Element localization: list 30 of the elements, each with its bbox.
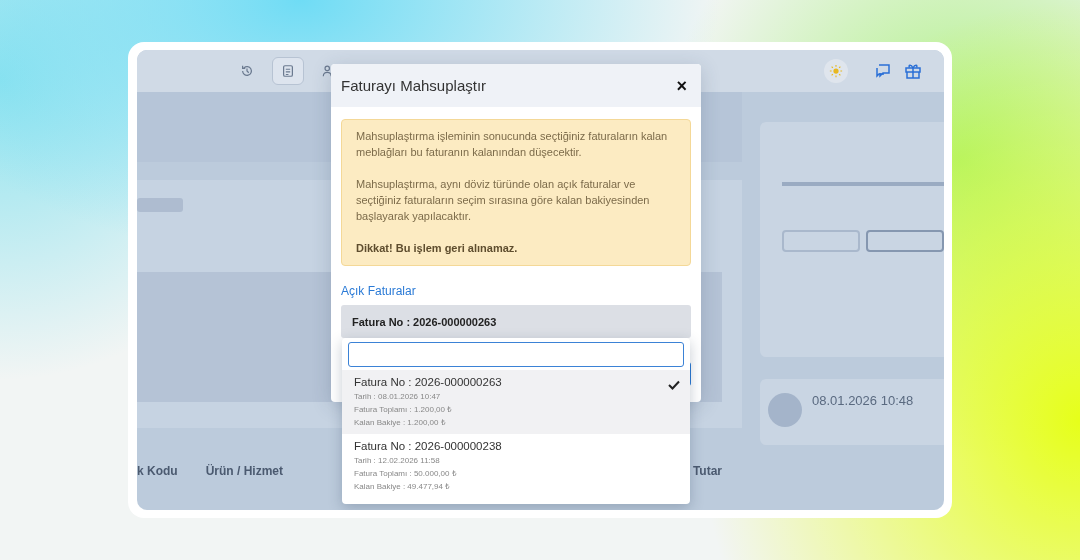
- alert-text: Mahsuplaştırma, aynı döviz türünde olan açık faturalar ve seçtiğiniz faturaların seçim sırasına göre kalan bakiyesinden başlayarak yapılacaktır.: [356, 177, 651, 224]
- modal-title: Faturayı Mahsuplaştır: [341, 77, 487, 94]
- activity-time: 08.01.2026 10:48: [812, 393, 914, 410]
- alert-text: Mahsuplaştırma işleminin sonucunda seçtiğiniz faturaların kalan meblağları bu faturanın kalanından düşecektir.: [356, 129, 669, 160]
- blurred-button[interactable]: [866, 230, 944, 252]
- column-header: Tutar: [692, 464, 722, 478]
- option-detail: Kalan Bakiye : 49.477,94 ₺: [354, 481, 452, 493]
- option-detail: Fatura Toplamı : 1.200,00 ₺: [354, 404, 454, 416]
- sun-icon[interactable]: [824, 59, 848, 83]
- column-header: Ürün / Hizmet: [205, 464, 283, 478]
- blurred-tag: [137, 198, 183, 212]
- warning-text: Dikkat! Bu işlem geri alınamaz.: [356, 241, 519, 256]
- chat-icon[interactable]: [874, 62, 892, 80]
- option-detail: Kalan Bakiye : 1.200,00 ₺: [354, 417, 447, 429]
- gift-icon[interactable]: [904, 62, 922, 80]
- field-label: Açık Faturalar: [341, 284, 416, 298]
- option-title: Fatura No : 2026-000000238: [354, 440, 502, 452]
- close-button[interactable]: ×: [674, 76, 689, 95]
- invoice-option[interactable]: Fatura No : 2026-000000238 Tarih : 12.02.2026 11:58 Fatura Toplamı : 50.000,00 ₺ Kalan Bakiye : 49.477,94 ₺: [342, 434, 690, 498]
- avatar-icon: [768, 393, 802, 427]
- invoice-select[interactable]: Fatura No : 2026-000000263: [341, 305, 691, 338]
- search-field[interactable]: [348, 342, 684, 367]
- invoice-option[interactable]: Fatura No : 2026-000000263 Tarih : 08.01.2026 10:47 Fatura Toplamı : 1.200,00 ₺ Kalan Bakiye : 1.200,00 ₺: [342, 370, 690, 434]
- option-detail: Tarih : 12.02.2026 11:58: [354, 455, 441, 467]
- option-title: Fatura No : 2026-000000263: [354, 376, 502, 388]
- option-detail: Fatura Toplamı : 50.000,00 ₺: [354, 468, 458, 480]
- option-detail: Tarih : 08.01.2026 10:47: [354, 391, 442, 403]
- document-icon[interactable]: [272, 57, 304, 85]
- column-header: k Kodu: [137, 464, 178, 478]
- check-icon: [668, 380, 680, 390]
